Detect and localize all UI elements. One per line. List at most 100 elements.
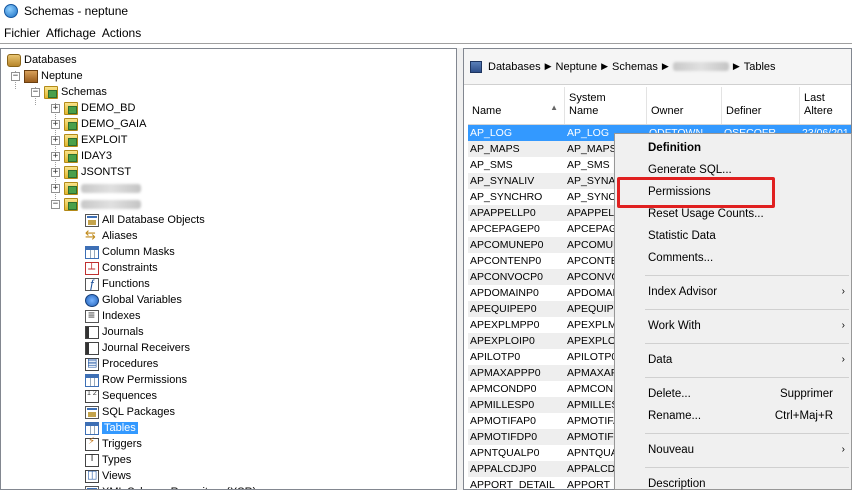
- tree-label: Views: [102, 470, 132, 482]
- tree-label: Aliases: [102, 230, 138, 242]
- table-cell: APMOTIFAP0: [470, 415, 536, 427]
- tree-label: JSONTST: [81, 166, 132, 178]
- breadcrumb-item[interactable]: Databases: [488, 61, 541, 73]
- menu-item-definition[interactable]: Definition: [615, 138, 851, 158]
- tree-node-object-type[interactable]: Procedures: [85, 356, 158, 372]
- global-icon: [85, 293, 99, 307]
- column-header-last-altered[interactable]: Last Altere: [800, 87, 851, 124]
- breadcrumb-home-icon: [470, 60, 482, 73]
- menu-fichier[interactable]: Fichier: [4, 26, 40, 40]
- menu-item-work-with[interactable]: Work With ›: [615, 316, 851, 336]
- tree-label: Triggers: [102, 438, 142, 450]
- tree-node-server[interactable]: − Neptune: [11, 68, 83, 84]
- table-cell: AP_MAPS: [470, 143, 520, 155]
- menu-item-rename[interactable]: Rename... Ctrl+Maj+R: [615, 406, 851, 426]
- expand-icon[interactable]: +: [51, 151, 60, 161]
- expand-icon[interactable]: +: [51, 103, 60, 113]
- navigation-tree[interactable]: Databases − Neptune − Schemas + DEMO_BD …: [0, 48, 457, 490]
- tree-node-object-type[interactable]: Global Variables: [85, 292, 182, 308]
- tree-node-object-type[interactable]: Tables: [85, 420, 138, 436]
- tree-node-schema[interactable]: + IDAY3: [51, 148, 112, 164]
- tree-node-object-type[interactable]: Constraints: [85, 260, 158, 276]
- menu-item-statistic-data[interactable]: Statistic Data: [615, 226, 851, 246]
- tree-node-object-type[interactable]: Views: [85, 468, 131, 484]
- menu-item-index-advisor[interactable]: Index Advisor ›: [615, 282, 851, 302]
- index-icon: [85, 308, 99, 323]
- tree-node-schema[interactable]: + EXPLOIT: [51, 132, 127, 148]
- tree-node-schema[interactable]: + DEMO_BD: [51, 100, 135, 116]
- menu-item-nouveau[interactable]: Nouveau ›: [615, 440, 851, 460]
- menu-item-label: Index Advisor: [648, 286, 718, 298]
- tree-label: Indexes: [102, 310, 141, 322]
- tree-node-object-type[interactable]: Types: [85, 452, 131, 468]
- schema-icon: [64, 197, 78, 211]
- breadcrumb-separator-icon[interactable]: ▶: [601, 61, 608, 72]
- table-cell: APMAXAPPP0: [470, 367, 541, 379]
- menu-affichage[interactable]: Affichage: [46, 26, 96, 40]
- tree-node-object-type[interactable]: Column Masks: [85, 244, 175, 260]
- breadcrumb-separator-icon[interactable]: ▶: [733, 61, 740, 72]
- journal-icon: [85, 341, 99, 355]
- tree-label: IDAY3: [81, 150, 112, 162]
- breadcrumb-separator-icon[interactable]: ▶: [662, 61, 669, 72]
- expand-icon[interactable]: +: [51, 167, 60, 177]
- tree-label: Journal Receivers: [102, 342, 191, 354]
- tree-node-object-type[interactable]: Indexes: [85, 308, 141, 324]
- table-cell: APAPPELLP0: [470, 207, 536, 219]
- expand-icon[interactable]: +: [51, 135, 60, 145]
- breadcrumb-separator-icon[interactable]: ▶: [545, 61, 552, 72]
- menu-actions[interactable]: Actions: [102, 26, 141, 40]
- tree-node-object-type[interactable]: Journal Receivers: [85, 340, 190, 356]
- collapse-icon[interactable]: −: [11, 71, 20, 81]
- tree-node-object-type[interactable]: Journals: [85, 324, 144, 340]
- menu-item-description[interactable]: Description: [615, 474, 851, 490]
- tree-node-schema[interactable]: + JSONTST: [51, 164, 131, 180]
- column-label: System Name: [569, 92, 606, 117]
- breadcrumb-item[interactable]: Schemas: [612, 61, 658, 73]
- breadcrumb-redacted[interactable]: [672, 62, 729, 71]
- breadcrumb-item[interactable]: Neptune: [556, 61, 598, 73]
- view-icon: [85, 468, 99, 483]
- tree-label: Types: [102, 454, 132, 466]
- breadcrumb-item[interactable]: Tables: [744, 61, 776, 73]
- menu-item-comments[interactable]: Comments...: [615, 248, 851, 268]
- tree-node-schema-redacted[interactable]: +: [51, 180, 141, 196]
- table-cell: APEXPLMPP0: [470, 319, 540, 331]
- menu-separator: [645, 343, 849, 344]
- tree-node-object-type[interactable]: Row Permissions: [85, 372, 187, 388]
- sort-ascending-icon: ▲: [550, 103, 558, 112]
- table-cell: APPORT_DETAIL: [470, 479, 555, 490]
- tree-node-object-type[interactable]: Triggers: [85, 436, 142, 452]
- expand-icon[interactable]: +: [51, 119, 60, 129]
- menu-item-label: Rename...: [648, 410, 702, 422]
- column-header-system-name[interactable]: System Name: [565, 87, 647, 124]
- collapse-icon[interactable]: −: [51, 199, 60, 209]
- tree-node-object-type[interactable]: Sequences: [85, 388, 157, 404]
- tree-node-object-type[interactable]: All Database Objects: [85, 212, 205, 228]
- table-cell: AP_SYNCHRO: [470, 191, 543, 203]
- redacted-label: [81, 199, 141, 209]
- column-header-owner[interactable]: Owner: [647, 87, 722, 124]
- schema-icon: [64, 133, 78, 147]
- tree-label: Column Masks: [102, 246, 175, 258]
- tree-node-schema-redacted-open[interactable]: −: [51, 196, 141, 212]
- menu-item-delete[interactable]: Delete... Supprimer: [615, 384, 851, 404]
- column-header-name[interactable]: Name ▲: [468, 87, 565, 124]
- obj-icon: [85, 405, 99, 419]
- tree-node-schemas[interactable]: − Schemas: [31, 84, 107, 100]
- table-cell: AP_LOG: [470, 127, 513, 139]
- tree-node-object-type[interactable]: Aliases: [85, 227, 138, 244]
- table-cell: APCONVOCP0: [470, 271, 543, 283]
- tree-node-schema[interactable]: + DEMO_GAIA: [51, 116, 146, 132]
- collapse-icon[interactable]: −: [31, 87, 40, 97]
- column-header-definer[interactable]: Definer: [722, 87, 800, 124]
- tree-node-object-type[interactable]: SQL Packages: [85, 404, 175, 420]
- expand-icon[interactable]: +: [51, 183, 60, 193]
- tree-node-object-type[interactable]: Functions: [85, 276, 150, 292]
- tree-node-object-type[interactable]: XML Schema Repository (XSR): [85, 484, 256, 489]
- menu-item-data[interactable]: Data ›: [615, 350, 851, 370]
- tree-label: Tables: [102, 422, 138, 434]
- menu-separator: [645, 309, 849, 310]
- column-label: Owner: [651, 105, 684, 117]
- tree-node-databases[interactable]: Databases: [7, 52, 77, 68]
